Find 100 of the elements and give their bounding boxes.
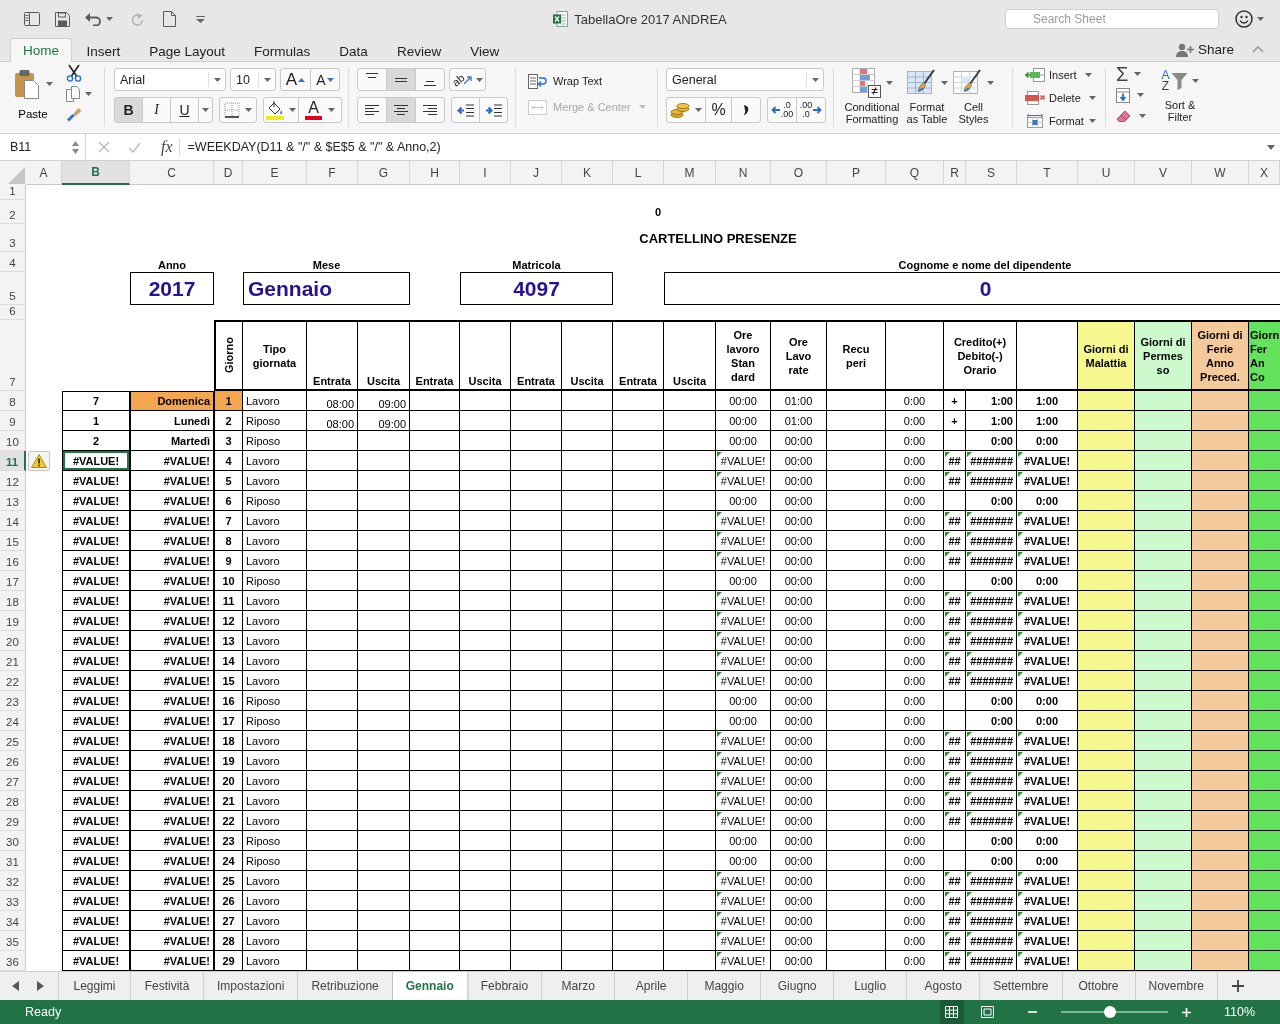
error-check-button[interactable] (28, 451, 50, 471)
undo-icon[interactable] (85, 12, 102, 26)
align-middle-button[interactable] (386, 68, 416, 91)
shrink-font-button[interactable]: A (310, 68, 340, 91)
row-header[interactable]: 2 (0, 200, 26, 224)
error-flag-icon[interactable] (717, 732, 722, 737)
share-button[interactable]: Share (1175, 38, 1234, 61)
insert-cells-button[interactable]: Insert (1025, 65, 1097, 85)
ribbon-tab[interactable]: Review (382, 39, 456, 62)
error-flag-icon[interactable] (967, 792, 972, 797)
ribbon-tab[interactable]: Data (324, 39, 383, 62)
increase-indent-button[interactable] (479, 97, 508, 123)
error-flag-icon[interactable] (945, 652, 950, 657)
row-header[interactable]: 25 (0, 731, 26, 751)
error-flag-icon[interactable] (945, 952, 950, 957)
zoom-in-icon[interactable] (1181, 1007, 1191, 1017)
error-flag-icon[interactable] (945, 892, 950, 897)
error-flag-icon[interactable] (717, 612, 722, 617)
align-center-button[interactable] (386, 97, 416, 123)
align-left-button[interactable] (357, 97, 387, 123)
error-flag-icon[interactable] (1018, 912, 1023, 917)
error-flag-icon[interactable] (717, 472, 722, 477)
row-header[interactable]: 30 (0, 831, 26, 851)
error-flag-icon[interactable] (717, 952, 722, 957)
error-flag-icon[interactable] (945, 472, 950, 477)
row-header[interactable]: 10 (0, 431, 26, 451)
italic-button[interactable]: I (142, 97, 171, 123)
row-header[interactable]: 3 (0, 224, 26, 252)
error-flag-icon[interactable] (717, 912, 722, 917)
error-flag-icon[interactable] (717, 792, 722, 797)
column-header[interactable]: V (1135, 161, 1192, 185)
error-flag-icon[interactable] (717, 772, 722, 777)
row-header[interactable]: 35 (0, 931, 26, 951)
error-flag-icon[interactable] (1018, 732, 1023, 737)
ribbon-tab[interactable]: Formulas (239, 39, 325, 62)
row-header[interactable]: 19 (0, 611, 26, 631)
new-document-icon[interactable] (163, 11, 176, 27)
slider-thumb[interactable] (1104, 1006, 1117, 1018)
column-header[interactable]: O (771, 161, 827, 185)
error-flag-icon[interactable] (1018, 892, 1023, 897)
conditional-formatting-button[interactable]: Conditional Formatting (843, 66, 901, 128)
row-header[interactable]: 13 (0, 491, 26, 511)
error-flag-icon[interactable] (967, 752, 972, 757)
error-flag-icon[interactable] (1018, 812, 1023, 817)
insert-function-button[interactable]: fx (161, 138, 173, 156)
error-flag-icon[interactable] (967, 912, 972, 917)
chevron-up-icon[interactable] (1252, 46, 1264, 53)
error-flag-icon[interactable] (967, 512, 972, 517)
percent-button[interactable]: % (705, 97, 732, 123)
ribbon-tab[interactable]: Home (10, 38, 72, 62)
ribbon-tab[interactable]: View (455, 39, 514, 62)
font-color-button[interactable]: A (298, 97, 342, 123)
error-flag-icon[interactable] (967, 452, 972, 457)
error-flag-icon[interactable] (945, 812, 950, 817)
sidebar-icon[interactable] (24, 12, 40, 26)
error-flag-icon[interactable] (967, 632, 972, 637)
error-flag-icon[interactable] (967, 872, 972, 877)
error-flag-icon[interactable] (1018, 612, 1023, 617)
row-header[interactable]: 22 (0, 671, 26, 691)
wrap-text-button[interactable]: Wrap Text (528, 72, 648, 90)
error-flag-icon[interactable] (1018, 592, 1023, 597)
column-header[interactable]: R (944, 161, 966, 185)
error-flag-icon[interactable] (945, 752, 950, 757)
error-flag-icon[interactable] (717, 632, 722, 637)
align-right-button[interactable] (415, 97, 445, 123)
error-flag-icon[interactable] (967, 472, 972, 477)
sort-filter-button[interactable]: A Z Sort & Filter (1156, 64, 1204, 126)
error-flag-icon[interactable] (945, 592, 950, 597)
error-flag-icon[interactable] (967, 612, 972, 617)
error-flag-icon[interactable] (945, 792, 950, 797)
row-header[interactable]: 16 (0, 551, 26, 571)
error-flag-icon[interactable] (967, 592, 972, 597)
error-flag-icon[interactable] (945, 932, 950, 937)
row-header[interactable]: 7 (0, 320, 26, 391)
save-icon[interactable] (55, 11, 70, 27)
row-header[interactable]: 12 (0, 471, 26, 491)
error-flag-icon[interactable] (1018, 632, 1023, 637)
error-flag-icon[interactable] (717, 532, 722, 537)
column-header[interactable]: Q (886, 161, 944, 185)
error-flag-icon[interactable] (717, 452, 722, 457)
row-header[interactable]: 4 (0, 252, 26, 272)
paste-button[interactable]: Paste (10, 64, 56, 126)
format-as-table-button[interactable]: Format as Table (904, 66, 950, 128)
error-flag-icon[interactable] (945, 512, 950, 517)
align-top-button[interactable] (357, 68, 387, 91)
customize-toolbar-icon[interactable] (196, 15, 205, 23)
name-box[interactable]: B11 (0, 134, 86, 160)
row-header[interactable]: 20 (0, 631, 26, 651)
orientation-button[interactable]: ab (449, 68, 486, 91)
caret-icon[interactable] (1267, 144, 1275, 150)
error-flag-icon[interactable] (967, 732, 972, 737)
sheet-tab[interactable]: Gennaio (392, 972, 468, 1000)
column-header[interactable]: T (1017, 161, 1078, 185)
autosum-button[interactable]: Σ (1116, 65, 1152, 83)
error-flag-icon[interactable] (1018, 452, 1023, 457)
smiley-icon[interactable] (1235, 10, 1253, 28)
caret-icon[interactable] (1257, 17, 1264, 21)
row-header[interactable]: 1 (0, 185, 26, 200)
error-flag-icon[interactable] (1018, 952, 1023, 957)
row-header[interactable]: 9 (0, 411, 26, 431)
